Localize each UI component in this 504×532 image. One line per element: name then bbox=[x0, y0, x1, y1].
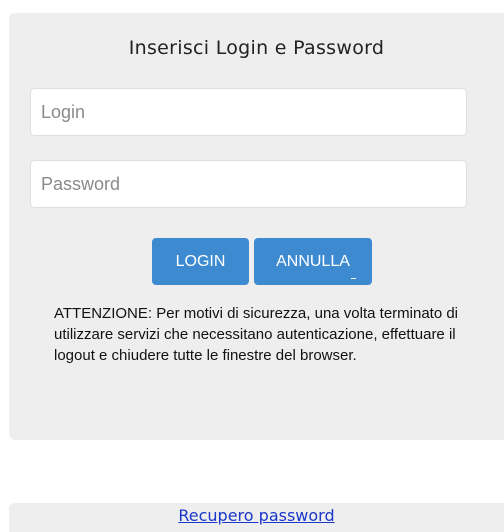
login-input[interactable] bbox=[30, 88, 467, 136]
cancel-button-label: ANNULLA bbox=[276, 252, 350, 270]
security-notice: ATTENZIONE: Per motivi di sicurezza, una… bbox=[54, 305, 459, 364]
login-panel: Inserisci Login e Password LOGIN ANNULLA… bbox=[9, 13, 504, 440]
login-button[interactable]: LOGIN bbox=[152, 238, 249, 285]
password-input[interactable] bbox=[30, 160, 467, 208]
login-button-label: LOGIN bbox=[175, 252, 226, 270]
password-recovery-link[interactable]: Recupero password bbox=[9, 506, 504, 525]
recovery-panel: Recupero password bbox=[9, 503, 504, 532]
cancel-underline-mark bbox=[351, 278, 356, 279]
login-title: Inserisci Login e Password bbox=[128, 37, 385, 59]
cancel-button[interactable]: ANNULLA bbox=[254, 238, 372, 285]
